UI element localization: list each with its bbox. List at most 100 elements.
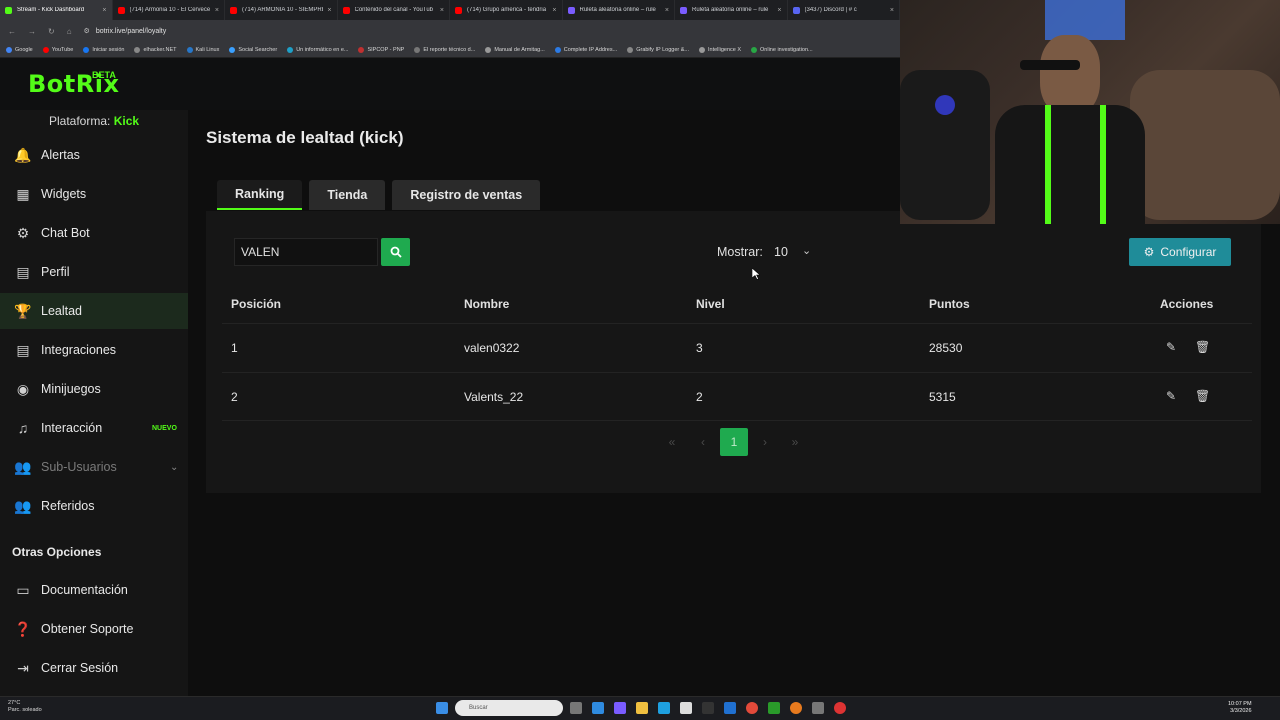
sidebar-item-label: Cerrar Sesión [41,661,119,675]
search-input[interactable] [234,238,378,266]
search-button[interactable] [381,238,410,266]
close-icon[interactable]: × [102,7,106,14]
reload-icon[interactable]: ↻ [48,27,55,36]
browser-tab[interactable]: (3437) Discord | # c × [788,0,900,20]
xbox-icon[interactable] [768,702,780,714]
bookmark-item[interactable]: Iniciar sesión [83,46,124,53]
browser-tab[interactable]: (714) Grupo america - tendria × [450,0,563,20]
teams-icon[interactable] [614,702,626,714]
sidebar-item-minijuegos[interactable]: ◉ Minijuegos [0,371,188,407]
firefox-icon[interactable] [790,702,802,714]
close-icon[interactable]: × [665,7,669,14]
sidebar-item-perfil[interactable]: ▤ Perfil [0,254,188,290]
sidebar-item-integraciones[interactable]: ▤ Integraciones [0,332,188,368]
sidebar-item-soporte[interactable]: ❓ Obtener Soporte [0,611,188,647]
configure-button[interactable]: ⚙ Configurar [1129,238,1231,266]
sidebar-item-chat-bot[interactable]: ⚙ Chat Bot [0,215,188,251]
sidebar-item-referidos[interactable]: 👥 Referidos [0,488,188,524]
tab-tienda[interactable]: Tienda [309,180,386,210]
vscode-icon[interactable] [724,702,736,714]
bookmark-item[interactable]: Intelligence X [699,46,741,53]
site-info-icon[interactable]: ⚙ [84,27,90,35]
browser-tab[interactable]: Ruleta aleatoria online – rule × [675,0,788,20]
bookmark-item[interactable]: Un informático en e... [287,46,348,53]
edge-icon[interactable] [658,702,670,714]
start-icon[interactable] [436,702,448,714]
close-icon[interactable]: × [215,7,219,14]
app-icon[interactable] [592,702,604,714]
weather-widget[interactable]: 27°C Parc. soleado [8,700,42,714]
system-clock[interactable]: 10:07 PM 3/3/2026 [1228,701,1252,715]
bookmark-item[interactable]: Google [6,46,33,53]
sidebar-item-lealtad[interactable]: 🏆 Lealtad [0,293,188,329]
app-icon[interactable] [834,702,846,714]
bookmark-icon [186,46,193,53]
browser-tab[interactable]: Stream - Kick Dashboard × [0,0,113,20]
pagination-next[interactable]: › [751,428,779,456]
bookmark-item[interactable]: YouTube [42,46,73,53]
taskbar-search[interactable]: Buscar [455,700,563,716]
close-icon[interactable]: × [777,7,781,14]
pagination-prev[interactable]: ‹ [689,428,717,456]
trash-icon[interactable]: 🗑 [1195,340,1210,354]
pagination-page-1[interactable]: 1 [720,428,748,456]
tab-title: (714) ARMONIA 10 - SIEMPRE [242,7,324,13]
forward-icon[interactable]: → [28,27,36,36]
browser-tab[interactable]: Contenido del canal - YouTub × [338,0,450,20]
chrome-icon[interactable] [746,702,758,714]
mouse-cursor-icon [752,268,760,280]
chevron-down-icon[interactable]: ⌄ [170,462,178,473]
bookmark-item[interactable]: Kali Linux [186,46,219,53]
bookmark-label: Manual de Armitag... [494,46,545,53]
bookmark-label: Grabify IP Logger &... [636,46,689,53]
edit-icon[interactable]: ✎ [1166,340,1176,354]
cell-points: 5315 [929,390,956,404]
chevron-down-icon[interactable]: ⌄ [802,244,811,257]
close-icon[interactable]: × [327,7,331,14]
weather-temp: 27°C [8,700,21,706]
sidebar-item-interaccion[interactable]: ♫ Interacción NUEVO [0,410,188,446]
sidebar-item-widgets[interactable]: ▦ Widgets [0,176,188,212]
pagination-first[interactable]: « [658,428,686,456]
close-icon[interactable]: × [890,7,894,14]
favicon-icon [680,6,687,14]
tab-ranking[interactable]: Ranking [217,180,303,210]
close-icon[interactable]: × [552,7,556,14]
sidebar-item-sub-usuarios[interactable]: 👥 Sub-Usuarios ⌄ [0,449,188,485]
table-row[interactable] [222,324,1252,372]
favicon-icon [230,6,237,14]
browser-tab[interactable]: (714) ARMONIA 10 - SIEMPRE × [225,0,338,20]
bookmark-item[interactable]: elhacker.NET [134,46,177,53]
sidebar-item-label: Lealtad [41,304,83,318]
webcam-overlay [900,0,1280,224]
file-explorer-icon[interactable] [636,702,648,714]
sidebar-item-cerrar-sesion[interactable]: ⇥ Cerrar Sesión [0,650,188,686]
page-size-select[interactable]: 10 [774,245,788,259]
bookmark-item[interactable]: Grabify IP Logger &... [627,46,689,53]
browser-tab[interactable]: (714) Armonia 10 - El Cervece × [113,0,225,20]
bookmark-item[interactable]: El reporte técnico d... [414,46,475,53]
table-row[interactable] [222,373,1252,420]
sidebar-item-documentacion[interactable]: ▭ Documentación [0,572,188,608]
bookmark-item[interactable]: SIPCOP - PNP [358,46,404,53]
url-text[interactable]: botrix.live/panel/loyalty [96,28,166,35]
bookmark-item[interactable]: Online investigation... [751,46,813,53]
bookmark-item[interactable]: Complete IP Addres... [554,46,617,53]
app-icon[interactable] [812,702,824,714]
home-icon[interactable]: ⌂ [67,27,72,36]
task-view-icon[interactable] [570,702,582,714]
app-icon[interactable] [702,702,714,714]
back-icon[interactable]: ← [8,27,16,36]
tab-registro-ventas[interactable]: Registro de ventas [392,180,541,210]
close-icon[interactable]: × [440,7,444,14]
edit-icon[interactable]: ✎ [1166,389,1176,403]
address-bar[interactable]: ← → ↻ ⌂ ⚙ botrix.live/panel/loyalty [0,20,900,42]
browser-tab[interactable]: Ruleta aleatoria online – rule × [563,0,675,20]
store-icon[interactable] [680,702,692,714]
pagination-last[interactable]: » [781,428,809,456]
bookmark-item[interactable]: Social Searcher [229,46,277,53]
bookmark-item[interactable]: Manual de Armitag... [485,46,545,53]
sidebar-item-alertas[interactable]: 🔔 Alertas [0,137,188,173]
trash-icon[interactable]: 🗑 [1195,389,1210,403]
platform-indicator: Plataforma: Kick [49,114,139,128]
